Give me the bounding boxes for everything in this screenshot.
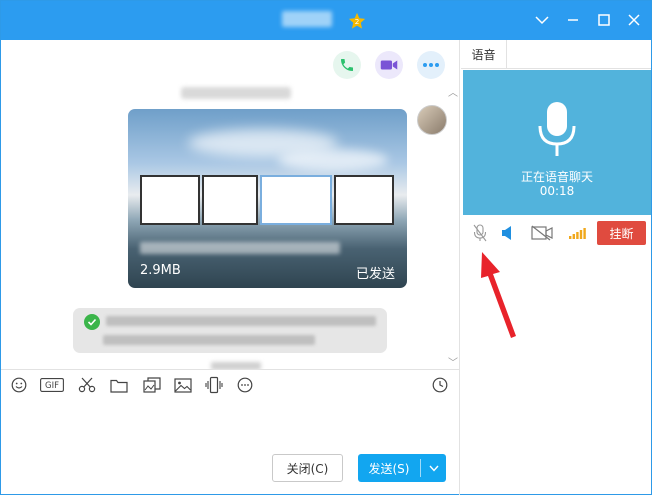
minimize-icon[interactable]	[564, 11, 582, 29]
star-badge-icon: 2	[348, 12, 366, 29]
image-icon[interactable]	[172, 374, 194, 396]
window-thumbnail	[140, 175, 200, 225]
message-input[interactable]	[1, 400, 460, 450]
chevron-down-icon[interactable]	[533, 11, 551, 29]
image-message[interactable]: 2.9MB 已发送	[128, 109, 407, 288]
scroll-up-icon[interactable]: ︿	[448, 84, 458, 99]
hangup-button[interactable]: 挂断	[597, 221, 646, 245]
composer-toolbar: GIF	[1, 374, 460, 398]
send-options-chevron-icon[interactable]	[421, 454, 446, 482]
microphone-icon	[538, 102, 576, 156]
contact-name-redacted	[282, 11, 332, 27]
tab-voice[interactable]: 语音	[461, 40, 507, 69]
divider	[1, 369, 460, 370]
gif-icon[interactable]: GIF	[39, 374, 65, 396]
folder-icon[interactable]	[108, 374, 130, 396]
video-camera-icon	[380, 60, 398, 70]
call-controls: 挂断	[461, 220, 651, 246]
more-button[interactable]	[417, 51, 445, 79]
svg-text:GIF: GIF	[45, 381, 59, 391]
gallery-icon[interactable]	[141, 374, 163, 396]
signal-strength-icon	[568, 222, 588, 244]
shake-icon[interactable]	[203, 374, 225, 396]
emoji-icon[interactable]	[8, 374, 30, 396]
message-list[interactable]: ︿ 2.9MB 已发送 ﹀	[1, 40, 460, 370]
chat-area: ︿ 2.9MB 已发送 ﹀ GIF 关闭(C) 发送(S)	[1, 40, 460, 495]
close-icon[interactable]	[625, 11, 643, 29]
mute-microphone-icon[interactable]	[471, 222, 489, 244]
voice-timer: 00:18	[539, 184, 575, 198]
chat-window: 2 ︿ 2.9MB 已发送 ﹀ GIF 关闭(C) 发送(S) 语音 正在语音聊…	[0, 0, 652, 495]
file-text-redacted	[106, 316, 376, 326]
close-button[interactable]: 关闭(C)	[272, 454, 343, 482]
camera-off-icon[interactable]	[530, 222, 554, 244]
file-text-redacted	[103, 335, 315, 345]
check-icon	[84, 314, 100, 330]
image-filename-redacted	[140, 242, 340, 254]
avatar[interactable]	[417, 105, 447, 135]
image-size: 2.9MB	[140, 263, 181, 278]
badge-number: 2	[355, 17, 360, 26]
timestamp-redacted	[181, 87, 291, 99]
scroll-down-icon[interactable]: ﹀	[448, 354, 458, 369]
title-bar: 2	[1, 1, 651, 40]
phone-icon	[341, 59, 353, 71]
more-dots-icon	[423, 63, 439, 67]
side-tab-bar: 语音	[461, 40, 651, 69]
window-thumbnail	[202, 175, 258, 225]
file-message[interactable]	[73, 308, 387, 353]
cloud-decoration	[278, 149, 388, 171]
window-thumbnail	[334, 175, 394, 225]
history-clock-icon[interactable]	[429, 374, 451, 396]
voice-status-text: 正在语音聊天	[520, 170, 593, 184]
maximize-icon[interactable]	[595, 11, 613, 29]
scissors-icon[interactable]	[76, 374, 98, 396]
speaker-icon[interactable]	[499, 222, 515, 244]
window-thumbnail	[260, 175, 332, 225]
more-icon[interactable]	[234, 374, 256, 396]
video-call-button[interactable]	[375, 51, 403, 79]
voice-call-button[interactable]	[333, 51, 361, 79]
voice-call-panel: 正在语音聊天 00:18	[463, 70, 651, 215]
image-sent-status: 已发送	[355, 267, 395, 282]
send-button[interactable]: 发送(S)	[358, 454, 446, 482]
send-button-label: 发送(S)	[368, 461, 410, 476]
annotation-arrow	[481, 252, 516, 338]
